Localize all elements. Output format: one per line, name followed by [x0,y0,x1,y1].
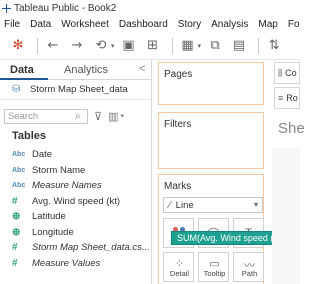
search-input[interactable]: Search ⌕ [4,108,88,124]
menu-file[interactable]: File [4,19,20,30]
duplicate-icon[interactable]: ⧉ [205,36,225,56]
chevron-down-icon: ▾ [253,200,258,209]
toolbar-separator [37,37,38,54]
field-measure-values[interactable]: # Measure Values [0,256,150,272]
view-list-icon[interactable]: ▥ [108,110,118,123]
mark-type-value: Line [175,199,194,211]
tables-heading: Tables [12,130,47,142]
globe-type-icon: ⊕ [12,211,21,223]
filters-shelf[interactable]: Filters [158,112,264,169]
view-canvas[interactable] [272,148,300,284]
field-label: Measure Values [32,257,101,269]
number-type-icon: # [12,195,18,207]
menu-bar: File Data Worksheet Dashboard Story Anal… [0,16,300,32]
field-label: Date [32,149,53,161]
toolbar: ✻ ← → ⟲ ▾ ▣ ⊞ ▦ ▾ ⧉ ▤ ⇅ [0,32,300,60]
detail-label: Detail [169,269,190,278]
columns-icon: ⫼ [278,67,283,78]
search-icon: ⌕ [75,110,81,122]
field-label: Storm Map Sheet_data.cs... [32,242,150,254]
filters-title: Filters [164,119,192,130]
field-latitude[interactable]: ⊕ Latitude [0,209,150,225]
pages-shelf[interactable]: Pages [158,62,264,105]
field-date[interactable]: Abc Date [0,147,150,163]
cycle-icon[interactable]: ⟲ [91,36,111,56]
filter-icon[interactable]: ⊽ [94,110,102,123]
toolbar-separator [258,37,260,54]
menu-data[interactable]: Data [30,19,51,30]
field-label: Longitude [32,226,74,238]
toolbar-separator [171,37,173,54]
menu-worksheet[interactable]: Worksheet [61,19,109,30]
tableau-logo-icon[interactable]: ✻ [8,36,28,56]
menu-story[interactable]: Story [178,19,201,30]
pages-title: Pages [164,69,193,80]
columns-label: Co [285,68,297,78]
menu-dashboard[interactable]: Dashboard [119,19,168,30]
sheet-title[interactable]: She [278,120,305,137]
field-measure-names[interactable]: Abc Measure Names [0,178,150,194]
field-storm-name[interactable]: Abc Storm Name [0,163,150,179]
rows-label: Ro [286,93,298,103]
rows-icon: ≡ [278,93,284,103]
marks-card: Marks ⁄ Line ▾ ◯ T ⁘ Detail ▭ Tooltip [158,174,264,284]
tooltip-label: Tooltip [203,269,226,278]
new-sheet-icon[interactable]: ▦ [178,36,198,56]
data-pane: Data Analytics < ⛁ Storm Map Sheet_data … [0,60,152,284]
tab-analytics[interactable]: Analytics [64,64,108,76]
number-type-icon: # [12,257,18,269]
shelf-column: Pages Filters Marks ⁄ Line ▾ ◯ T ⁘ Detai… [153,60,268,284]
line-mark-icon: ⁄ [169,199,171,211]
title-bar: Tableau Public - Book2 [0,0,300,16]
columns-shelf[interactable]: ⫼ Co [274,62,300,84]
field-label: Avg. Wind speed (kt) [32,195,121,207]
worksheet-area: ⫼ Co ≡ Ro She [272,60,305,284]
path-label: Path [241,269,258,278]
tableau-app-icon [2,3,11,13]
detail-button[interactable]: ⁘ Detail [163,252,194,282]
chevron-down-icon[interactable]: ▾ [120,112,124,120]
data-pane-tabs: Data Analytics < [0,60,151,80]
new-datasource-icon[interactable]: ⊞ [143,36,163,56]
window-title: Tableau Public - Book2 [14,2,117,14]
field-list: Abc Date Abc Storm Name Abc Measure Name… [0,147,150,271]
tooltip-button[interactable]: ▭ Tooltip [198,252,229,282]
field-label: Storm Name [32,164,86,176]
search-placeholder: Search [8,110,39,122]
clear-icon[interactable]: ▤ [229,36,249,56]
number-type-icon: # [12,242,18,254]
field-label: Measure Names [32,180,102,192]
swap-icon[interactable]: ⇅ [264,36,284,56]
rows-shelf[interactable]: ≡ Ro [274,87,300,109]
datasource-name: Storm Map Sheet_data [30,84,128,95]
datasource-icon: ⛁ [12,84,21,95]
dragged-field-pill[interactable]: SUM(Avg. Wind speed (k... [171,231,288,245]
chevron-down-icon[interactable]: ▾ [198,42,202,50]
menu-analysis[interactable]: Analysis [211,19,248,30]
globe-type-icon: ⊕ [12,226,21,238]
field-avg-wind-speed[interactable]: # Avg. Wind speed (kt) [0,194,150,210]
search-row: Search ⌕ ⊽ ▥ ▾ [4,108,148,124]
field-longitude[interactable]: ⊕ Longitude [0,225,150,241]
undo-icon[interactable]: ← [43,36,63,56]
chevron-down-icon[interactable]: ▾ [111,42,115,50]
field-label: Latitude [32,211,66,223]
path-button[interactable]: 〰 Path [233,252,264,282]
save-icon[interactable]: ▣ [119,36,139,56]
redo-icon[interactable]: → [67,36,87,56]
tab-data[interactable]: Data [10,64,34,76]
marks-title: Marks [164,181,192,192]
string-type-icon: Abc [12,182,26,190]
mark-type-dropdown[interactable]: ⁄ Line ▾ [163,197,263,213]
menu-format[interactable]: Format [288,19,300,30]
collapse-pane-button[interactable]: < [139,63,145,75]
string-type-icon: Abc [12,166,26,174]
field-storm-map-count[interactable]: # Storm Map Sheet_data.cs... [0,240,150,256]
string-type-icon: Abc [12,151,26,159]
menu-map[interactable]: Map [258,19,277,30]
datasource-row[interactable]: ⛁ Storm Map Sheet_data [0,80,151,100]
